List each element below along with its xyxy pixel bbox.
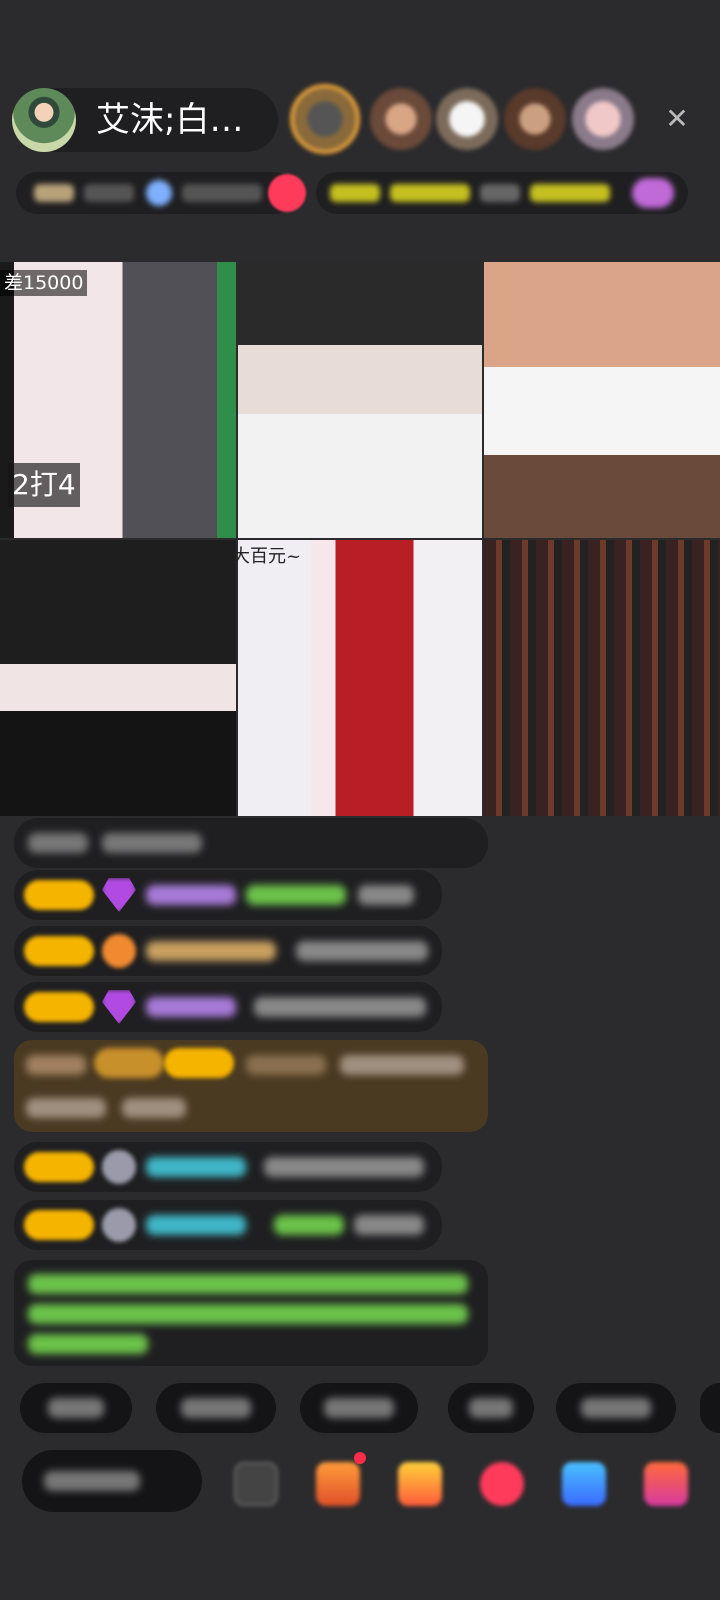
chat-text xyxy=(358,885,414,905)
level-badge xyxy=(24,1152,94,1182)
quick-reply-chip[interactable] xyxy=(20,1383,132,1433)
quick-reply-chip[interactable] xyxy=(556,1383,676,1433)
chat-text xyxy=(254,997,426,1017)
room-stats-bar[interactable] xyxy=(16,172,306,214)
stat-text xyxy=(182,184,262,202)
system-notice xyxy=(14,1260,488,1366)
gem-icon xyxy=(102,878,136,912)
viewer-avatar[interactable] xyxy=(572,88,634,150)
rank-badge xyxy=(34,184,74,202)
chat-message[interactable] xyxy=(14,926,442,976)
chat-text xyxy=(340,1055,464,1075)
follow-heart-icon[interactable] xyxy=(268,174,306,212)
video-cell-5[interactable] xyxy=(238,540,482,816)
tag-chip xyxy=(530,184,610,202)
tag-chip xyxy=(390,184,470,202)
chat-input-placeholder xyxy=(44,1471,140,1491)
system-notice-text xyxy=(28,1274,468,1294)
quick-reply-chip[interactable] xyxy=(448,1383,534,1433)
noble-badge xyxy=(94,1048,164,1078)
tag-chip xyxy=(330,184,380,202)
system-notice-text xyxy=(28,1334,148,1354)
notification-dot xyxy=(354,1452,366,1464)
chat-username xyxy=(146,885,236,905)
gift-box-icon[interactable] xyxy=(398,1462,442,1506)
chat-text xyxy=(26,1055,86,1075)
host-name: 艾沫;白… xyxy=(96,100,244,140)
chat-text xyxy=(28,833,88,853)
system-notice-text xyxy=(28,1304,468,1324)
pk-round-label: 2打4 xyxy=(8,463,80,507)
like-icon[interactable] xyxy=(480,1462,524,1506)
chat-input[interactable] xyxy=(22,1450,202,1512)
user-avatar-icon xyxy=(102,1208,136,1242)
video-cell-6[interactable] xyxy=(484,540,720,816)
chat-text xyxy=(122,1098,186,1118)
level-badge xyxy=(164,1048,234,1078)
task-icon[interactable] xyxy=(316,1462,360,1506)
quick-reply-chip[interactable] xyxy=(700,1383,720,1433)
gift-icon xyxy=(632,178,674,208)
chat-text xyxy=(354,1215,424,1235)
chat-message[interactable] xyxy=(14,982,442,1032)
chat-username xyxy=(146,1215,246,1235)
chat-highlight-message[interactable] xyxy=(14,1040,488,1132)
cell-caption: 大百元~ xyxy=(232,546,302,567)
quick-reply-chip[interactable] xyxy=(156,1383,276,1433)
fan-icon xyxy=(146,180,172,206)
chat-username xyxy=(146,1157,246,1177)
tag-chip xyxy=(480,184,520,202)
close-icon[interactable]: ✕ xyxy=(660,102,694,136)
game-icon[interactable] xyxy=(562,1462,606,1506)
top-viewer-avatar[interactable] xyxy=(290,84,360,154)
stat-text xyxy=(84,184,134,202)
user-avatar-icon xyxy=(102,1150,136,1184)
chat-text xyxy=(296,941,428,961)
chat-username xyxy=(146,997,236,1017)
room-tags-bar[interactable] xyxy=(316,172,688,214)
video-cell-3[interactable] xyxy=(484,262,720,538)
more-icon[interactable] xyxy=(644,1462,688,1506)
level-badge xyxy=(24,936,94,966)
chat-message[interactable] xyxy=(14,1142,442,1192)
level-badge xyxy=(24,880,94,910)
video-cell-2[interactable] xyxy=(238,262,482,538)
viewer-avatar[interactable] xyxy=(504,88,566,150)
chat-username xyxy=(146,941,276,961)
viewer-avatar[interactable] xyxy=(370,88,432,150)
level-badge xyxy=(24,992,94,1022)
chat-text xyxy=(26,1098,106,1118)
chat-text xyxy=(264,1157,424,1177)
host-avatar[interactable] xyxy=(12,88,76,152)
chat-message[interactable] xyxy=(14,1200,442,1250)
level-badge xyxy=(24,1210,94,1240)
fan-icon xyxy=(102,934,136,968)
chat-text xyxy=(102,833,202,853)
chat-text xyxy=(246,885,346,905)
viewer-avatar[interactable] xyxy=(436,88,498,150)
emoji-icon[interactable] xyxy=(234,1462,278,1506)
chat-message[interactable] xyxy=(14,818,488,868)
chat-message[interactable] xyxy=(14,870,442,920)
chat-text xyxy=(274,1215,344,1235)
quick-reply-chip[interactable] xyxy=(300,1383,418,1433)
pk-score-label: 差15000 xyxy=(0,270,88,296)
chat-username xyxy=(246,1055,326,1075)
gem-icon xyxy=(102,990,136,1024)
video-cell-4[interactable] xyxy=(0,540,236,816)
